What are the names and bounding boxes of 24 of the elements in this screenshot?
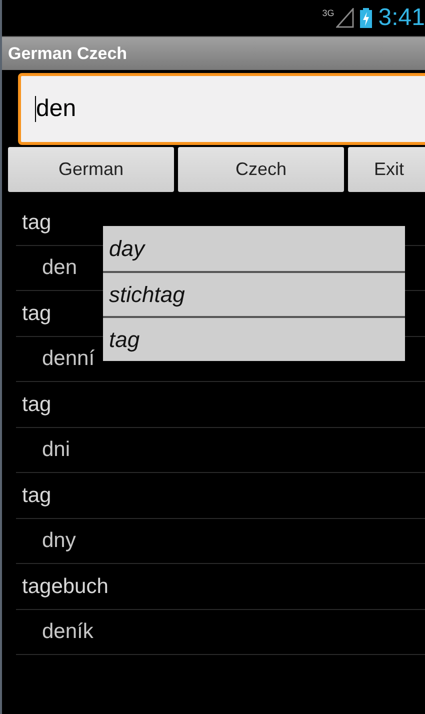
czech-translation[interactable]: dni bbox=[16, 434, 70, 466]
text-cursor bbox=[35, 96, 36, 122]
czech-translation[interactable]: deník bbox=[16, 616, 94, 648]
czech-translation[interactable]: den bbox=[16, 252, 78, 284]
suggestion-item[interactable]: stichtag bbox=[103, 271, 405, 316]
german-word[interactable]: tag bbox=[16, 298, 52, 329]
suggestion-item[interactable]: tag bbox=[103, 316, 405, 361]
language-button[interactable]: Exit bbox=[348, 147, 425, 192]
search-value: den bbox=[36, 94, 76, 124]
german-word[interactable]: tag bbox=[16, 388, 52, 420]
czech-translation[interactable]: denní bbox=[16, 343, 95, 374]
czech-translation[interactable]: dny bbox=[16, 525, 76, 556]
window-title: German Czech bbox=[8, 42, 128, 65]
german-word[interactable]: tag bbox=[16, 480, 52, 511]
network-type-label: 3G bbox=[322, 7, 334, 20]
clock-text: 3:41 bbox=[378, 6, 425, 30]
suggestion-item[interactable]: day bbox=[103, 226, 405, 271]
language-button[interactable]: Czech bbox=[178, 147, 344, 192]
german-word[interactable]: tagebuch bbox=[16, 570, 108, 602]
language-button[interactable]: German bbox=[8, 147, 174, 192]
signal-icon bbox=[336, 8, 354, 28]
battery-charging-icon bbox=[360, 8, 372, 28]
german-word[interactable]: tag bbox=[16, 206, 52, 238]
search-field[interactable]: den bbox=[18, 73, 425, 145]
